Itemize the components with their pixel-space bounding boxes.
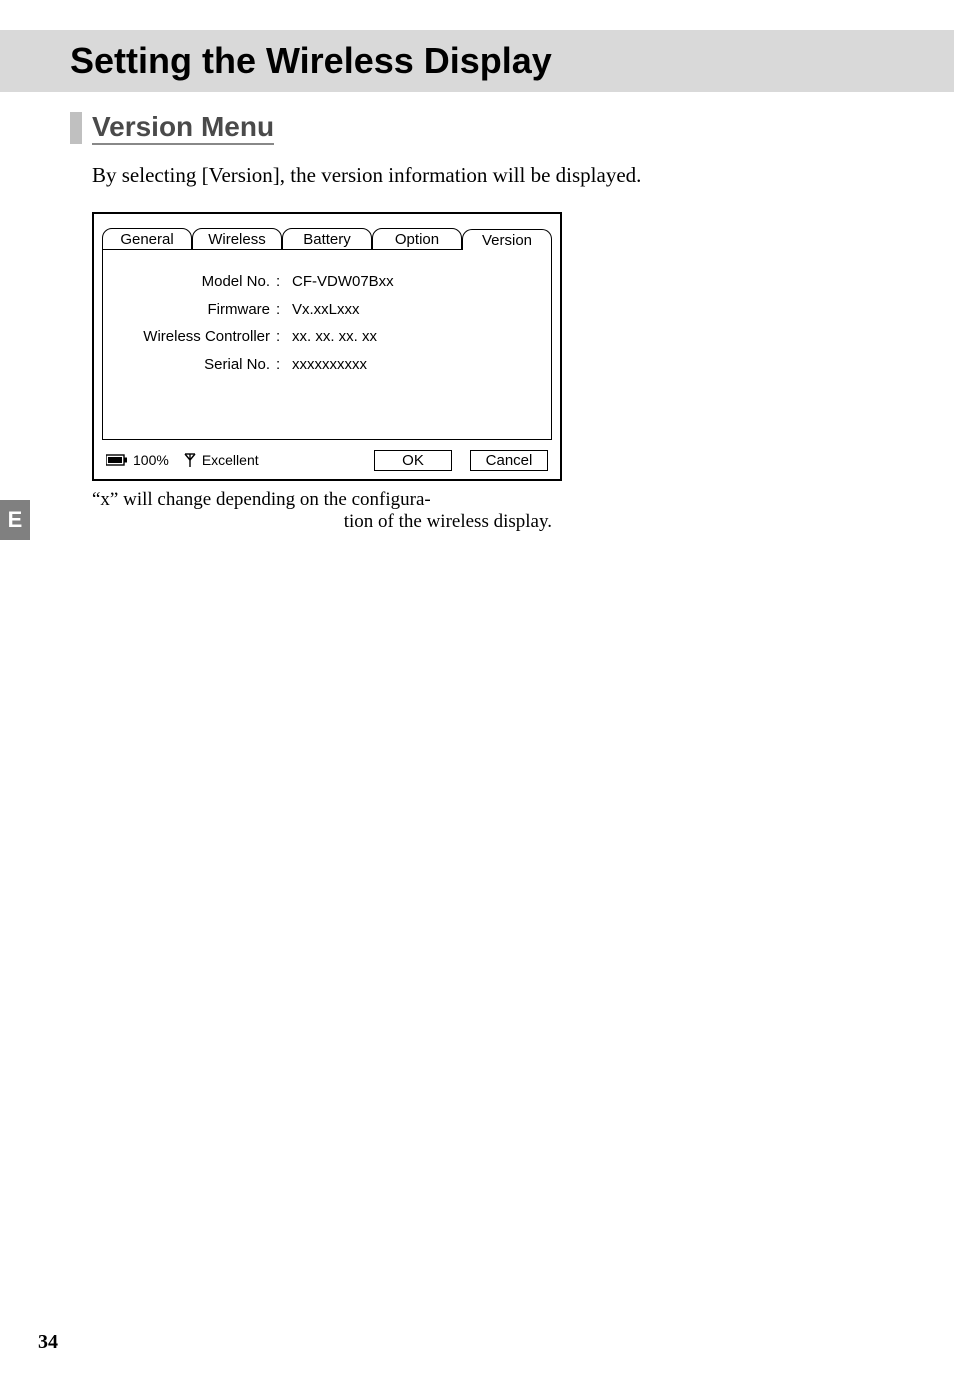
tab-panel: Model No. : CF-VDW07Bxx Firmware : Vx.xx… bbox=[102, 250, 552, 440]
page-number: 34 bbox=[38, 1331, 58, 1354]
value-serial-no: xxxxxxxxxx bbox=[288, 351, 533, 379]
battery-icon bbox=[106, 454, 128, 466]
colon: : bbox=[276, 268, 288, 296]
label-firmware: Firmware bbox=[121, 296, 276, 324]
tabs-row: General Wireless Battery Option Version bbox=[102, 224, 552, 250]
battery-status: 100% bbox=[106, 452, 169, 468]
section-heading: Version Menu bbox=[92, 112, 274, 145]
section-heading-wrap: Version Menu bbox=[70, 112, 884, 145]
tab-battery[interactable]: Battery bbox=[282, 228, 372, 250]
caption-line-1: “x” will change depending on the configu… bbox=[92, 489, 431, 510]
value-model-no: CF-VDW07Bxx bbox=[288, 268, 533, 296]
value-wireless-controller: xx. xx. xx. xx bbox=[288, 323, 533, 351]
cancel-button[interactable]: Cancel bbox=[470, 450, 548, 471]
colon: : bbox=[276, 323, 288, 351]
colon: : bbox=[276, 351, 288, 379]
info-row-firmware: Firmware : Vx.xxLxxx bbox=[121, 296, 533, 324]
colon: : bbox=[276, 296, 288, 324]
caption-text: “x” will change depending on the configu… bbox=[92, 489, 562, 533]
battery-percentage: 100% bbox=[133, 452, 169, 468]
intro-paragraph: By selecting [Version], the version info… bbox=[92, 163, 884, 188]
side-tab: E bbox=[0, 500, 30, 540]
tab-wireless[interactable]: Wireless bbox=[192, 228, 282, 250]
ok-button[interactable]: OK bbox=[374, 450, 452, 471]
page-title: Setting the Wireless Display bbox=[70, 40, 934, 82]
caption-line-2: tion of the wireless display. bbox=[92, 511, 562, 533]
signal-status: Excellent bbox=[183, 452, 259, 468]
antenna-icon bbox=[183, 452, 197, 468]
tab-general[interactable]: General bbox=[102, 228, 192, 250]
info-row-model: Model No. : CF-VDW07Bxx bbox=[121, 268, 533, 296]
tab-version[interactable]: Version bbox=[462, 229, 552, 250]
status-indicators: 100% Excellent bbox=[106, 452, 259, 468]
page-header: Setting the Wireless Display bbox=[0, 30, 954, 92]
version-info: Model No. : CF-VDW07Bxx Firmware : Vx.xx… bbox=[121, 268, 533, 379]
value-firmware: Vx.xxLxxx bbox=[288, 296, 533, 324]
label-model-no: Model No. bbox=[121, 268, 276, 296]
info-row-serial: Serial No. : xxxxxxxxxx bbox=[121, 351, 533, 379]
tab-option[interactable]: Option bbox=[372, 228, 462, 250]
section-heading-accent bbox=[70, 112, 82, 144]
signal-label: Excellent bbox=[202, 452, 259, 468]
dialog-buttons: OK Cancel bbox=[374, 450, 548, 471]
dialog-status-row: 100% Excellent OK Cancel bbox=[102, 450, 552, 471]
content-area: Version Menu By selecting [Version], the… bbox=[0, 112, 954, 533]
label-wireless-controller: Wireless Controller bbox=[121, 323, 276, 351]
info-row-wireless-controller: Wireless Controller : xx. xx. xx. xx bbox=[121, 323, 533, 351]
label-serial-no: Serial No. bbox=[121, 351, 276, 379]
version-dialog: General Wireless Battery Option Version … bbox=[92, 212, 562, 481]
